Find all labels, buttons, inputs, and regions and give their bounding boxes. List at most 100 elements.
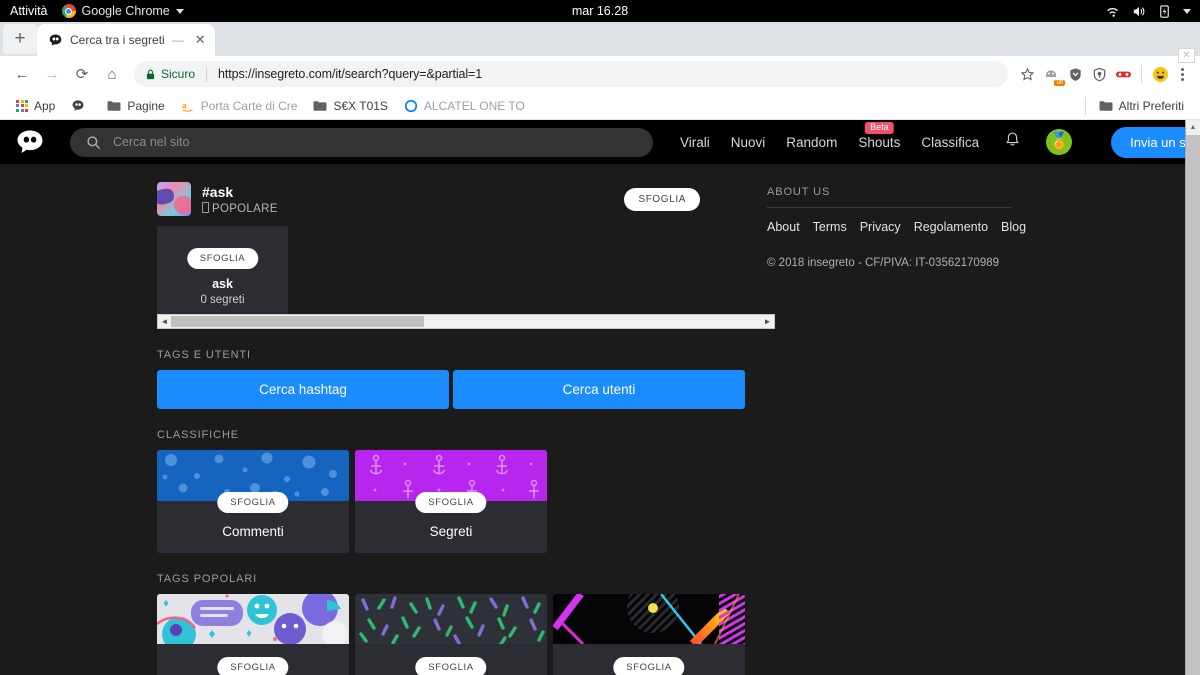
search-users-button[interactable]: Cerca utenti bbox=[453, 370, 745, 409]
new-tab-button[interactable]: + bbox=[3, 24, 37, 54]
bookmark-label: ALCATEL ONE TO bbox=[423, 98, 525, 113]
nav-link-shouts-label: Shouts bbox=[858, 134, 901, 150]
system-menu-chevron-icon[interactable] bbox=[1183, 8, 1191, 14]
scroll-up-arrow-icon[interactable]: ▲ bbox=[1186, 120, 1200, 135]
sidebar-link-about[interactable]: About bbox=[767, 220, 800, 234]
tag-subtitle: POPOLARE bbox=[202, 201, 278, 215]
tag-popolare-card-ask[interactable]: SFOGLIA ask bbox=[157, 594, 349, 675]
shield-extension-icon[interactable] bbox=[1064, 63, 1086, 85]
horizontal-scrollbar[interactable]: ◄ ► bbox=[157, 314, 775, 329]
bookmark-star-icon[interactable] bbox=[1016, 63, 1038, 85]
tag-name: #ask bbox=[202, 183, 234, 200]
adblock-off-icon[interactable]: off bbox=[1040, 63, 1065, 86]
activities-button[interactable]: Attività bbox=[10, 4, 48, 18]
browse-pill[interactable]: SFOGLIA bbox=[415, 492, 487, 513]
bookmark-app[interactable]: App bbox=[8, 96, 63, 116]
folder-icon bbox=[313, 100, 327, 111]
omnibox-divider bbox=[206, 66, 208, 82]
copyright-text: © 2018 insegreto - CF/PIVA: IT-035621709… bbox=[767, 257, 1000, 269]
tag-popolare-card-scuola[interactable]: SFOGLIA scuola bbox=[355, 594, 547, 675]
browse-button-top[interactable]: SFOGLIA bbox=[624, 187, 700, 211]
address-bar[interactable]: Sicuro https://insegreto.com/it/search?q… bbox=[134, 61, 1008, 87]
browse-pill[interactable]: SFOGLIA bbox=[415, 657, 487, 675]
browse-pill[interactable]: SFOGLIA bbox=[217, 492, 289, 513]
classifica-card-title: Commenti bbox=[222, 524, 284, 539]
medal-badge-icon[interactable]: 🏅 bbox=[1046, 129, 1073, 155]
tag-card-count: 0 segreti bbox=[200, 294, 245, 306]
sidebar-about: ABOUT US About Terms Privacy Regolamento… bbox=[745, 182, 1045, 675]
bookmark-porta-carte[interactable]: a Porta Carte di Cre bbox=[173, 96, 306, 116]
search-type-buttons: Cerca hashtag Cerca utenti bbox=[157, 370, 745, 409]
main-column: #ask POPOLARE SFOGLIA SFOGLIA ask 0 segr… bbox=[0, 182, 775, 675]
site-search-input[interactable] bbox=[113, 135, 637, 149]
home-button[interactable]: ⌂ bbox=[98, 60, 126, 88]
bookmark-other-favorites[interactable]: Altri Preferiti bbox=[1091, 96, 1192, 116]
nav-link-shouts[interactable]: Beta Shouts bbox=[858, 121, 901, 150]
nav-link-classifica[interactable]: Classifica bbox=[921, 135, 979, 150]
scroll-right-arrow-icon[interactable]: ► bbox=[761, 317, 774, 326]
circle-icon bbox=[404, 99, 418, 112]
classifica-card-segreti[interactable]: SFOGLIA Segreti bbox=[355, 450, 547, 553]
bookmark-sex-tools[interactable]: S€X T01S bbox=[305, 96, 395, 116]
sidebar-link-blog[interactable]: Blog bbox=[1001, 220, 1026, 234]
battery-icon[interactable] bbox=[1157, 4, 1172, 19]
scrollbar-track[interactable] bbox=[171, 315, 761, 328]
nav-link-random[interactable]: Random bbox=[786, 135, 837, 150]
nav-link-virali[interactable]: Virali bbox=[680, 135, 710, 150]
sidebar-links: About Terms Privacy Regolamento Blog bbox=[767, 220, 1045, 234]
window-restore-button[interactable]: ✕ bbox=[1178, 48, 1195, 63]
folder-icon bbox=[1099, 100, 1113, 111]
site-search-box[interactable] bbox=[70, 127, 653, 157]
bell-icon[interactable] bbox=[1004, 131, 1021, 154]
toolbar-divider bbox=[1141, 65, 1142, 83]
profile-emoji-icon[interactable] bbox=[1149, 63, 1171, 85]
lastpass-extension-icon[interactable] bbox=[1088, 63, 1110, 85]
classifica-card-commenti[interactable]: SFOGLIA Commenti bbox=[157, 450, 349, 553]
tag-popolare-card-boh[interactable]: SFOGLIA boh bbox=[553, 594, 745, 675]
back-button[interactable]: ← bbox=[8, 60, 36, 88]
sidebar-divider bbox=[767, 207, 1012, 208]
tags-popolari-cards: SFOGLIA ask bbox=[157, 594, 745, 675]
reload-button[interactable]: ⟳ bbox=[68, 60, 96, 88]
browse-pill[interactable]: SFOGLIA bbox=[217, 657, 289, 675]
vertical-scrollbar-thumb[interactable] bbox=[1186, 135, 1200, 675]
page-content: #ask POPOLARE SFOGLIA SFOGLIA ask 0 segr… bbox=[0, 164, 1200, 675]
sidebar-link-regolamento[interactable]: Regolamento bbox=[914, 220, 988, 234]
missing-glyph-icon bbox=[202, 201, 209, 213]
beta-badge: Beta bbox=[865, 121, 894, 135]
scrollbar-thumb[interactable] bbox=[171, 316, 424, 327]
volume-icon[interactable] bbox=[1131, 4, 1146, 19]
browse-pill[interactable]: SFOGLIA bbox=[186, 248, 259, 269]
bookmark-pagine[interactable]: Pagine bbox=[99, 96, 172, 116]
tab-close-icon[interactable]: ✕ bbox=[195, 32, 206, 48]
sidebar-link-privacy[interactable]: Privacy bbox=[860, 220, 901, 234]
incognito-mask-icon[interactable] bbox=[1112, 63, 1134, 85]
site-header: Virali Nuovi Random Beta Shouts Classifi… bbox=[0, 120, 1200, 164]
active-app-menu[interactable]: Google Chrome bbox=[61, 4, 184, 18]
search-hashtag-button[interactable]: Cerca hashtag bbox=[157, 370, 449, 409]
bookmark-label: Porta Carte di Cre bbox=[200, 98, 298, 113]
browser-menu-kebab-icon[interactable] bbox=[1173, 67, 1192, 81]
bookmark-alcatel[interactable]: ALCATEL ONE TO bbox=[396, 96, 533, 116]
wifi-icon[interactable] bbox=[1105, 4, 1120, 19]
site-nav: Virali Nuovi Random Beta Shouts Classifi… bbox=[680, 121, 1200, 158]
classifica-card-title: Segreti bbox=[429, 524, 473, 539]
page-vertical-scrollbar[interactable]: ▲ bbox=[1185, 120, 1200, 675]
bookmarks-bar: App Pagine a Porta Carte di Cre S€X T01S… bbox=[0, 92, 1200, 120]
scroll-left-arrow-icon[interactable]: ◄ bbox=[158, 317, 171, 326]
browser-tab[interactable]: Cerca tra i segreti — ✕ bbox=[37, 24, 215, 56]
card-art-speech-bubbles bbox=[157, 594, 349, 651]
forward-button[interactable]: → bbox=[38, 60, 66, 88]
tag-card[interactable]: SFOGLIA ask 0 segreti bbox=[157, 226, 288, 314]
nav-link-nuovi[interactable]: Nuovi bbox=[731, 135, 766, 150]
web-page: Virali Nuovi Random Beta Shouts Classifi… bbox=[0, 120, 1200, 675]
browse-pill[interactable]: SFOGLIA bbox=[613, 657, 685, 675]
apps-grid-icon bbox=[16, 99, 28, 112]
bookmark-insegreto[interactable] bbox=[63, 96, 99, 116]
sidebar-link-terms[interactable]: Terms bbox=[813, 220, 847, 234]
gnome-top-bar: Attività Google Chrome mar 16.28 bbox=[0, 0, 1200, 22]
site-logo-icon[interactable] bbox=[12, 127, 48, 157]
chrome-logo-icon bbox=[61, 4, 76, 18]
section-label-classifiche: CLASSIFICHE bbox=[157, 429, 240, 441]
tag-card-title: ask bbox=[212, 277, 233, 291]
